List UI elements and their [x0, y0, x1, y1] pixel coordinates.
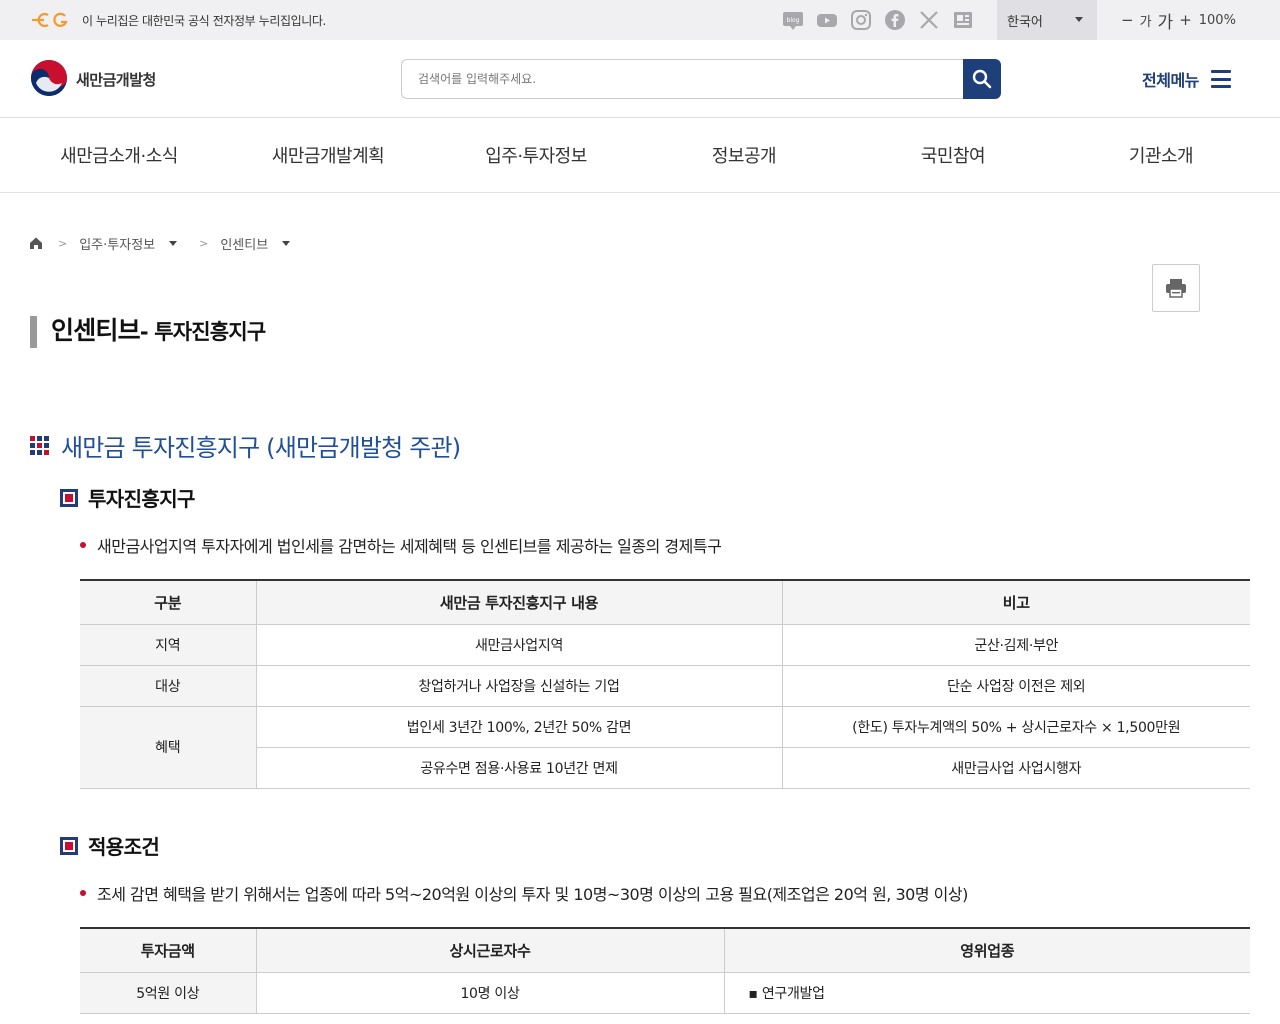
zoom-level: 100%: [1198, 12, 1236, 28]
search-icon: [972, 69, 992, 89]
news-icon[interactable]: [952, 9, 974, 31]
print-button[interactable]: [1152, 264, 1200, 312]
gnb-item-participation[interactable]: 국민참여: [921, 142, 986, 168]
table-cell-category: 5억원 이상: [80, 972, 256, 1014]
zone-info-table: 구분 새만금 투자진흥지구 내용 비고 지역 새만금사업지역 군산·김제·부안 …: [80, 579, 1250, 789]
language-select[interactable]: 한국어: [997, 0, 1097, 40]
bullet-item: 새만금사업지역 투자자에게 법인세를 감면하는 세제혜택 등 인센티브를 제공하…: [80, 533, 722, 557]
table-cell: 10명 이상: [255, 972, 724, 1014]
table-header-cell: 상시근로자수: [255, 928, 724, 973]
caret-down-icon[interactable]: [282, 240, 291, 246]
e-government-logo: [32, 12, 68, 28]
table-cell-category: 대상: [80, 665, 256, 707]
table-cell-category: 지역: [80, 624, 256, 666]
chevron-right-icon: >: [58, 236, 68, 250]
table-cell: ▪ 연구개발업: [723, 972, 1250, 1014]
page-title-main: 인센티브: [51, 316, 141, 345]
official-site-notice: 이 누리집은 대한민국 공식 전자정부 누리집입니다.: [82, 14, 326, 28]
language-label: 한국어: [1007, 15, 1043, 30]
red-dot-icon: [80, 890, 86, 896]
table-row: 대상 창업하거나 사업장을 신설하는 기업 단순 사업장 이전은 제외: [80, 665, 1250, 707]
caret-down-icon: [1075, 17, 1083, 22]
subsection-heading-zone: 투자진흥지구: [60, 483, 195, 512]
gnb-item-invest[interactable]: 입주·투자정보: [485, 142, 587, 168]
instagram-icon[interactable]: [850, 9, 872, 31]
table-cell: 단순 사업장 이전은 제외: [781, 665, 1250, 707]
table-header-cell: 비고: [781, 580, 1250, 625]
gnb-item-about[interactable]: 기관소개: [1129, 142, 1194, 168]
font-large-button[interactable]: 가: [1155, 8, 1177, 33]
bullet-text: 새만금사업지역 투자자에게 법인세를 감면하는 세제혜택 등 인센티브를 제공하…: [97, 537, 722, 556]
table-header-cell: 영위업종: [723, 928, 1250, 973]
section-title: 새만금 투자진흥지구 (새만금개발청 주관): [30, 428, 461, 463]
top-utility-bar: 이 누리집은 대한민국 공식 전자정부 누리집입니다. blog 한국어 − 가…: [0, 0, 1280, 40]
font-small-button[interactable]: 가: [1137, 11, 1155, 30]
subsection-heading-conditions: 적용조건: [60, 831, 160, 860]
table-cell: 창업하거나 사업장을 신설하는 기업: [255, 665, 782, 707]
grid-bullet-icon: [30, 435, 50, 456]
table-row: 공유수면 점용·사용료 10년간 면제 새만금사업 사업시행자: [80, 747, 1250, 789]
table-row: 지역 새만금사업지역 군산·김제·부안: [80, 624, 1250, 666]
main-navigation: 새만금소개·소식 새만금개발계획 입주·투자정보 정보공개 국민참여 기관소개: [0, 118, 1280, 193]
table-cell: (한도) 투자누계액의 50% + 상시근로자수 × 1,500만원: [781, 706, 1250, 748]
bullet-item: 조세 감면 혜택을 받기 위해서는 업종에 따라 5억~20억원 이상의 투자 …: [80, 881, 968, 905]
home-icon[interactable]: [28, 235, 44, 251]
table-header-cell: 새만금 투자진흥지구 내용: [255, 580, 782, 625]
breadcrumb-item-invest[interactable]: 입주·투자정보: [79, 234, 155, 253]
blog-icon[interactable]: blog: [782, 9, 804, 31]
table-header-row: 구분 새만금 투자진흥지구 내용 비고: [80, 580, 1250, 625]
table-cell: 새만금사업 사업시행자: [781, 747, 1250, 789]
zoom-in-button[interactable]: +: [1176, 11, 1195, 29]
all-menu-button[interactable]: 전체메뉴: [1142, 67, 1231, 91]
table-cell: 공유수면 점용·사용료 10년간 면제: [255, 747, 782, 789]
caret-down-icon[interactable]: [169, 240, 178, 246]
table-row: 5억원 이상 10명 이상 ▪ 연구개발업: [80, 972, 1250, 1014]
table-header-cell: 투자금액: [80, 928, 256, 973]
search-input[interactable]: [401, 59, 964, 99]
table-row: 혜택 법인세 3년간 100%, 2년간 50% 감면 (한도) 투자누계액의 …: [80, 706, 1250, 789]
subsection-heading-text: 투자진흥지구: [88, 487, 195, 511]
hamburger-icon: [1210, 70, 1231, 88]
table-header-row: 투자금액 상시근로자수 영위업종: [80, 928, 1250, 973]
all-menu-label: 전체메뉴: [1142, 71, 1199, 90]
page-title-sub: - 투자진흥지구: [139, 320, 266, 344]
table-cell: 법인세 3년간 100%, 2년간 50% 감면: [255, 706, 782, 748]
conditions-table: 투자금액 상시근로자수 영위업종 5억원 이상 10명 이상 ▪ 연구개발업: [80, 927, 1250, 1014]
breadcrumb: > 입주·투자정보 > 인센티브: [28, 233, 291, 253]
chevron-right-icon: >: [199, 236, 209, 250]
taegeuk-logo-icon[interactable]: [30, 59, 68, 97]
table-cell-category: 혜택: [80, 706, 256, 789]
red-dot-icon: [80, 542, 86, 548]
printer-icon: [1166, 279, 1186, 298]
breadcrumb-item-incentive[interactable]: 인센티브: [220, 234, 268, 253]
svg-text:blog: blog: [787, 17, 800, 24]
section-title-text: 새만금 투자진흥지구 (새만금개발청 주관): [61, 434, 461, 462]
table-cell: 군산·김제·부안: [781, 624, 1250, 666]
x-icon[interactable]: [918, 9, 940, 31]
page-title: 인센티브 - 투자진흥지구: [30, 316, 266, 348]
zoom-controls: − 가 가 + 100%: [1118, 8, 1236, 33]
square-bullet-icon: [60, 488, 78, 507]
zoom-out-button[interactable]: −: [1118, 11, 1137, 29]
bullet-text: 조세 감면 혜택을 받기 위해서는 업종에 따라 5억~20억원 이상의 투자 …: [97, 885, 968, 904]
table-cell: 새만금사업지역: [255, 624, 782, 666]
search-button[interactable]: [963, 59, 1001, 99]
youtube-icon[interactable]: [816, 9, 838, 31]
gnb-item-plan[interactable]: 새만금개발계획: [272, 142, 385, 168]
subsection-heading-text: 적용조건: [88, 835, 160, 859]
gnb-item-disclosure[interactable]: 정보공개: [712, 142, 777, 168]
table-header-cell: 구분: [80, 580, 256, 625]
gnb-item-intro[interactable]: 새만금소개·소식: [60, 142, 178, 168]
logo-text[interactable]: 새만금개발청: [76, 69, 156, 90]
square-bullet-icon: [60, 836, 78, 855]
site-header: 새만금개발청 전체메뉴: [0, 40, 1280, 118]
facebook-icon[interactable]: [884, 9, 906, 31]
